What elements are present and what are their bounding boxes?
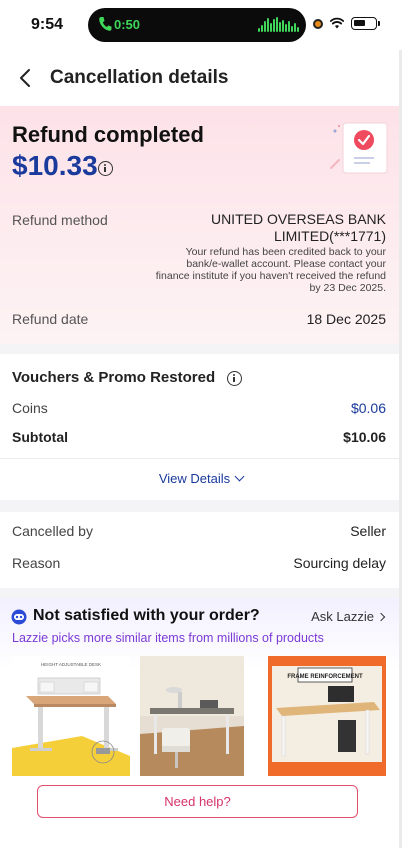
call-duration: 0:50: [114, 17, 141, 32]
waveform-bar: [270, 23, 272, 32]
waveform-bar: [276, 17, 278, 32]
reason-value: Sourcing delay: [293, 555, 386, 571]
recording-indicator-icon: [313, 19, 323, 29]
info-icon[interactable]: [98, 161, 113, 176]
cancellation-info-section: Cancelled by Seller Reason Sourcing dela…: [0, 512, 402, 588]
product-card-standing-desk[interactable]: HEIGHT ADJUSTABLE DESK: [12, 656, 130, 776]
recommendations-subtitle: Lazzie picks more similar items from mil…: [12, 631, 324, 645]
refund-method-label: Refund method: [12, 212, 108, 228]
subtotal-label: Subtotal: [12, 429, 68, 445]
recommendations-section: Not satisfied with your order? Ask Lazzi…: [0, 598, 402, 778]
cancelled-by-label: Cancelled by: [12, 523, 93, 539]
vouchers-section: Vouchers & Promo Restored Coins $0.06 Su…: [0, 354, 402, 500]
waveform-bar: [273, 19, 275, 32]
footer-bar: Need help?: [0, 778, 402, 848]
waveform-bar: [297, 27, 299, 32]
cancelled-by-value: Seller: [350, 523, 386, 539]
need-help-button[interactable]: Need help?: [37, 785, 358, 818]
standing-desk-image: HEIGHT ADJUSTABLE DESK: [12, 656, 130, 776]
waveform-bar: [261, 25, 263, 32]
wifi-icon: [330, 17, 344, 29]
phone-call-icon: [99, 17, 112, 31]
refund-success-illustration: [330, 122, 388, 174]
refund-status-title: Refund completed: [12, 122, 204, 147]
info-icon[interactable]: [227, 371, 242, 386]
vouchers-title: Vouchers & Promo Restored: [12, 369, 216, 386]
waveform-bar: [294, 23, 296, 32]
frame-desk-image: FRAME REINFORCEMENT: [268, 656, 386, 776]
reason-label: Reason: [12, 555, 61, 571]
section-divider: [0, 500, 402, 512]
lazzie-bot-icon: [11, 609, 27, 625]
refund-method-value: UNITED OVERSEAS BANK LIMITED(***1771): [210, 211, 386, 244]
waveform-bar: [291, 26, 293, 32]
waveform-bar: [264, 21, 266, 32]
refund-date-label: Refund date: [12, 311, 89, 327]
refund-note: Your refund has been credited back to yo…: [155, 246, 386, 294]
section-divider: [0, 344, 402, 354]
product-banner-text: FRAME REINFORCEMENT: [287, 674, 363, 680]
refund-amount: $10.33: [12, 150, 98, 181]
section-divider: [0, 588, 402, 598]
waveform-bar: [267, 18, 269, 32]
ask-lazzie-link[interactable]: Ask Lazzie: [311, 609, 386, 624]
battery-icon: [351, 17, 380, 30]
clock-time: 9:54: [31, 16, 64, 33]
waveform-bar: [258, 28, 260, 32]
refund-date-value: 18 Dec 2025: [306, 311, 386, 327]
coins-label: Coins: [12, 400, 48, 416]
waveform-bar: [279, 22, 281, 32]
page-title: Cancellation details: [50, 67, 229, 88]
waveform-bar: [288, 21, 290, 32]
chevron-down-icon: [234, 471, 245, 482]
waveform-bar: [285, 24, 287, 32]
refund-summary-card: Refund completed $10.33 Refund method UN…: [0, 106, 402, 344]
subtotal-value: $10.06: [343, 429, 386, 445]
dynamic-island[interactable]: 0:50: [88, 8, 306, 42]
ask-lazzie-label: Ask Lazzie: [311, 609, 374, 624]
page-header: Cancellation details: [0, 50, 402, 106]
back-arrow-icon[interactable]: [14, 66, 38, 90]
audio-waveform-icon: [258, 17, 299, 33]
product-card-office-desk[interactable]: [140, 656, 258, 776]
divider: [0, 458, 402, 459]
view-details-label: View Details: [158, 471, 231, 486]
waveform-bar: [282, 20, 284, 32]
coins-value: $0.06: [350, 400, 386, 416]
status-bar: 9:54 0:50: [0, 0, 402, 50]
view-details-button[interactable]: View Details: [0, 471, 402, 486]
product-card-frame-desk[interactable]: FRAME REINFORCEMENT: [268, 656, 386, 776]
chevron-right-icon: [376, 612, 386, 622]
office-desk-image: [140, 656, 244, 776]
product-caption: HEIGHT ADJUSTABLE DESK: [41, 662, 101, 667]
recommendations-title: Not satisfied with your order?: [33, 607, 260, 624]
